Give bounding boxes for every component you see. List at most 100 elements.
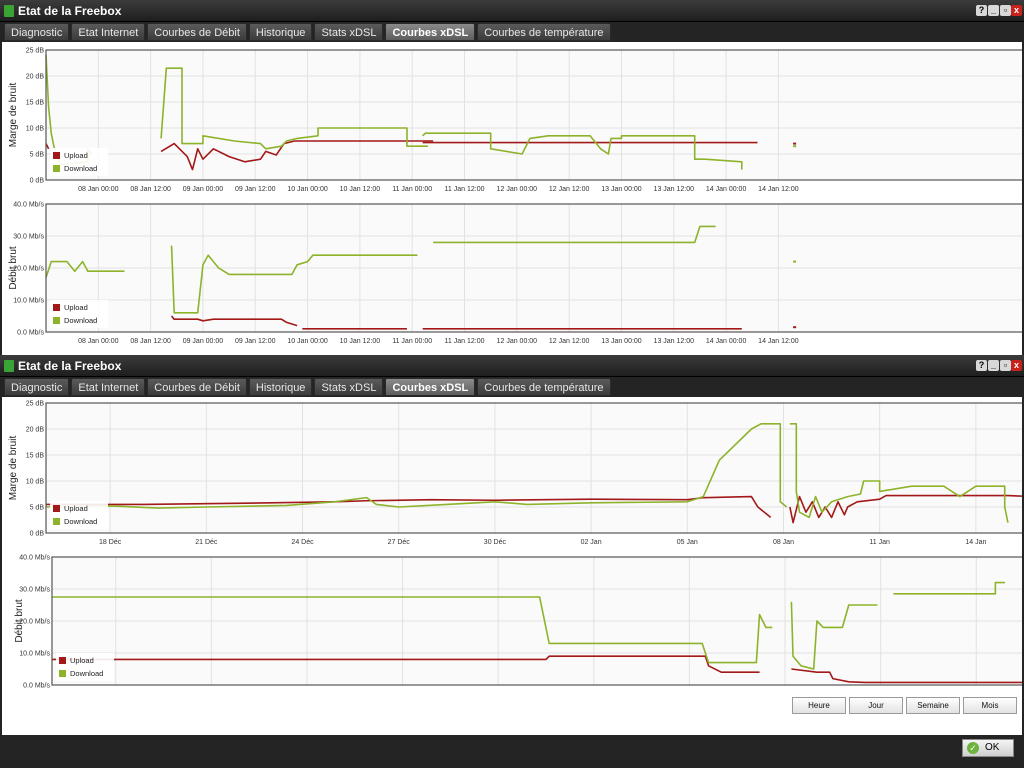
range-bar: Heure Jour Semaine Mois (2, 691, 1022, 735)
legend-upload-label: Upload (70, 656, 94, 665)
legend-download-swatch (53, 317, 60, 324)
x-tick-label: 14 Jan 12:00 (758, 186, 799, 193)
x-tick-label: 09 Jan 00:00 (183, 186, 224, 193)
range-month-button[interactable]: Mois (963, 697, 1017, 714)
tab-historique[interactable]: Historique (248, 378, 313, 396)
freebox-app-icon (4, 360, 14, 372)
y-tick-label: 20 dB (26, 427, 45, 434)
legend-upload-label: Upload (64, 303, 88, 312)
x-tick-label: 12 Jan 00:00 (497, 186, 538, 193)
x-tick-label: 14 Jan 12:00 (758, 338, 799, 345)
tab-historique[interactable]: Historique (248, 23, 313, 41)
y-tick-label: 10.0 Mb/s (19, 651, 50, 658)
tab-courbes-temperature[interactable]: Courbes de température (477, 378, 611, 396)
x-tick-label: 05 Jan (677, 539, 698, 546)
tab-bar: Diagnostic Etat Internet Courbes de Débi… (4, 23, 611, 41)
tab-diagnostic[interactable]: Diagnostic (4, 23, 70, 41)
tab-etat-internet[interactable]: Etat Internet (71, 23, 146, 41)
x-tick-label: 10 Jan 00:00 (287, 338, 328, 345)
ok-label: OK (985, 742, 1000, 753)
tab-stats-xdsl[interactable]: Stats xDSL (314, 378, 384, 396)
rate-chart: 0.0 Mb/s10.0 Mb/s20.0 Mb/s30.0 Mb/s40.0 … (14, 555, 1024, 698)
help-icon[interactable]: ? (976, 5, 987, 16)
y-tick-label: 0 dB (30, 178, 45, 185)
x-tick-label: 10 Jan 12:00 (340, 338, 381, 345)
y-tick-label: 25 dB (26, 48, 45, 55)
y-tick-label: 10.0 Mb/s (13, 298, 44, 305)
x-tick-label: 08 Jan 00:00 (78, 338, 119, 345)
x-tick-label: 10 Jan 00:00 (287, 186, 328, 193)
tab-etat-internet[interactable]: Etat Internet (71, 378, 146, 396)
x-tick-label: 11 Jan 00:00 (392, 338, 432, 345)
minimize-icon[interactable]: _ (988, 360, 999, 371)
freebox-window-top: Etat de la Freebox ? _ ▫ x Diagnostic Et… (0, 0, 1024, 355)
plot-area (46, 50, 1024, 180)
legend-upload-label: Upload (64, 151, 88, 160)
x-tick-label: 14 Jan 00:00 (706, 186, 747, 193)
y-axis-label: Marge de bruit (8, 83, 19, 148)
range-week-button[interactable]: Semaine (906, 697, 960, 714)
x-tick-label: 08 Jan 12:00 (130, 338, 171, 345)
y-tick-label: 15 dB (26, 453, 45, 460)
x-tick-label: 02 Jan (581, 539, 602, 546)
tab-stats-xdsl[interactable]: Stats xDSL (314, 23, 384, 41)
title-bar[interactable]: Etat de la Freebox ? _ ▫ x (0, 0, 1024, 22)
maximize-icon[interactable]: ▫ (1000, 5, 1011, 16)
x-tick-label: 08 Jan 12:00 (130, 186, 171, 193)
range-day-button[interactable]: Jour (849, 697, 903, 714)
y-tick-label: 10 dB (26, 126, 45, 133)
range-hour-button[interactable]: Heure (792, 697, 846, 714)
legend-download-label: Download (70, 669, 103, 678)
legend-download-label: Download (64, 164, 97, 173)
x-tick-label: 08 Jan (773, 539, 794, 546)
title-bar[interactable]: Etat de la Freebox ? _ ▫ x (0, 355, 1024, 377)
plot-area (46, 403, 1024, 533)
y-tick-label: 10 dB (26, 479, 45, 486)
legend-upload-swatch (53, 304, 60, 311)
y-axis-label: Marge de bruit (8, 436, 19, 501)
minimize-icon[interactable]: _ (988, 5, 999, 16)
y-tick-label: 15 dB (26, 100, 45, 107)
y-tick-label: 0 dB (30, 531, 45, 538)
x-tick-label: 13 Jan 00:00 (601, 338, 642, 345)
tab-diagnostic[interactable]: Diagnostic (4, 378, 70, 396)
x-tick-label: 27 Déc (388, 539, 411, 546)
x-tick-label: 11 Jan 00:00 (392, 186, 432, 193)
x-tick-label: 13 Jan 00:00 (601, 186, 642, 193)
x-tick-label: 11 Jan (869, 539, 890, 546)
maximize-icon[interactable]: ▫ (1000, 360, 1011, 371)
x-tick-label: 14 Jan (965, 539, 986, 546)
window-title: Etat de la Freebox (18, 359, 122, 373)
x-tick-label: 13 Jan 12:00 (654, 338, 695, 345)
help-icon[interactable]: ? (976, 360, 987, 371)
tab-courbes-xdsl[interactable]: Courbes xDSL (385, 378, 476, 396)
charts-panel: 0 dB 5 dB 10 dB 15 dB 20 dB 25 dB 08 Jan 00:00… (2, 42, 1024, 355)
tab-courbes-debit[interactable]: Courbes de Débit (147, 23, 247, 41)
tab-courbes-debit[interactable]: Courbes de Débit (147, 378, 247, 396)
x-tick-label: 09 Jan 00:00 (183, 338, 224, 345)
window-title: Etat de la Freebox (18, 4, 122, 18)
tab-courbes-xdsl[interactable]: Courbes xDSL (385, 23, 476, 41)
y-tick-label: 0.0 Mb/s (23, 683, 50, 690)
noise-margin-chart: 0 dB 5 dB 10 dB 15 dB 20 dB 25 dB 18 Déc 21 Déc… (8, 401, 1024, 546)
y-tick-label: 0.0 Mb/s (17, 330, 44, 337)
legend-download-swatch (53, 165, 60, 172)
close-icon[interactable]: x (1011, 5, 1022, 16)
check-icon: ✓ (967, 742, 979, 754)
tab-courbes-temperature[interactable]: Courbes de température (477, 23, 611, 41)
noise-margin-chart: 0 dB 5 dB 10 dB 15 dB 20 dB 25 dB 08 Jan 00:00… (8, 48, 1024, 193)
legend-upload-label: Upload (64, 504, 88, 513)
ok-button[interactable]: ✓ OK (962, 739, 1014, 757)
legend-download-swatch (53, 518, 60, 525)
freebox-window-bottom: Etat de la Freebox ? _ ▫ x Diagnostic Et… (0, 355, 1024, 768)
x-tick-label: 11 Jan 12:00 (445, 186, 485, 193)
x-tick-label: 21 Déc (195, 539, 218, 546)
close-icon[interactable]: x (1011, 360, 1022, 371)
charts-svg: 0 dB 5 dB 10 dB 15 dB 20 dB 25 dB 08 Jan 00:00… (8, 48, 1024, 345)
y-axis-label: Débit brut (8, 246, 19, 290)
x-tick-label: 12 Jan 12:00 (549, 338, 590, 345)
y-tick-label: 30.0 Mb/s (13, 234, 44, 241)
rate-chart: 0.0 Mb/s10.0 Mb/s20.0 Mb/s30.0 Mb/s40.0 … (8, 202, 1024, 345)
tab-bar: Diagnostic Etat Internet Courbes de Débi… (4, 378, 611, 396)
y-tick-label: 5 dB (30, 505, 45, 512)
